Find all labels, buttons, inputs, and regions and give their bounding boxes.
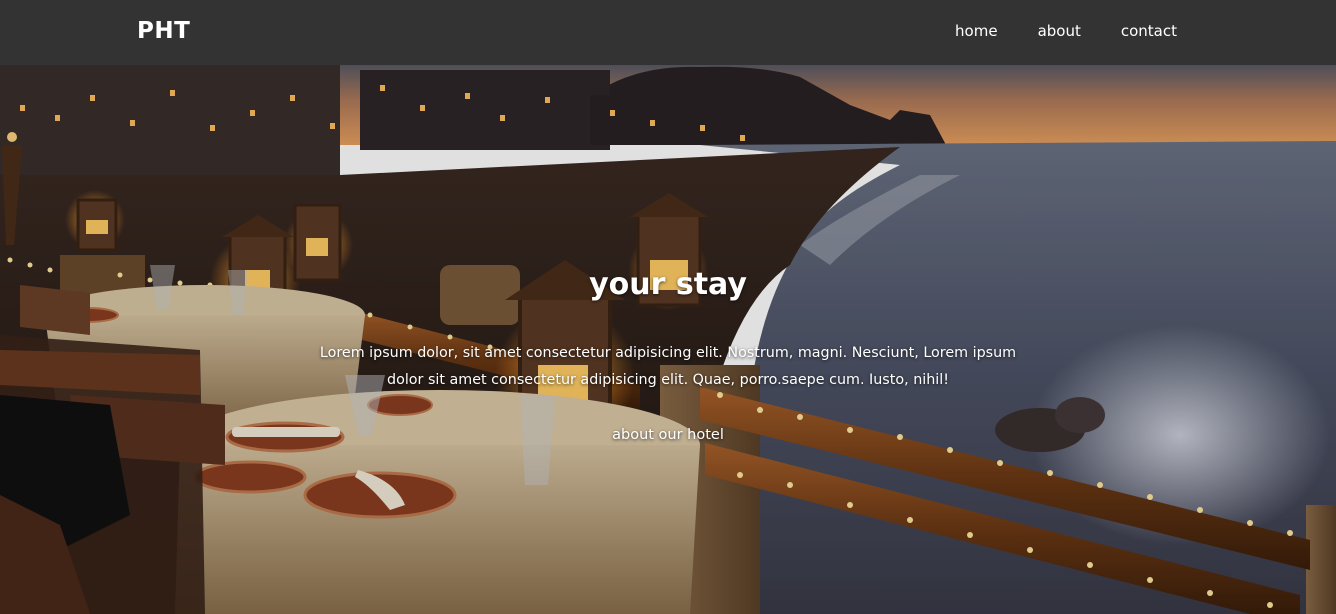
brand-logo[interactable]: PHT bbox=[137, 18, 190, 44]
nav-link-home[interactable]: home bbox=[955, 22, 998, 40]
hero-content: your stay Lorem ipsum dolor, sit amet co… bbox=[0, 65, 1336, 614]
nav-links: home about contact bbox=[915, 22, 1177, 40]
hero-description: Lorem ipsum dolor, sit amet consectetur … bbox=[319, 345, 1017, 388]
navbar: PHT home about contact bbox=[0, 0, 1336, 65]
nav-link-about[interactable]: about bbox=[1038, 22, 1081, 40]
hero-title: your stay bbox=[589, 267, 747, 302]
nav-link-contact[interactable]: contact bbox=[1121, 22, 1177, 40]
about-hotel-link[interactable]: about our hotel bbox=[0, 427, 1336, 443]
hero-section: your stay Lorem ipsum dolor, sit amet co… bbox=[0, 65, 1336, 614]
